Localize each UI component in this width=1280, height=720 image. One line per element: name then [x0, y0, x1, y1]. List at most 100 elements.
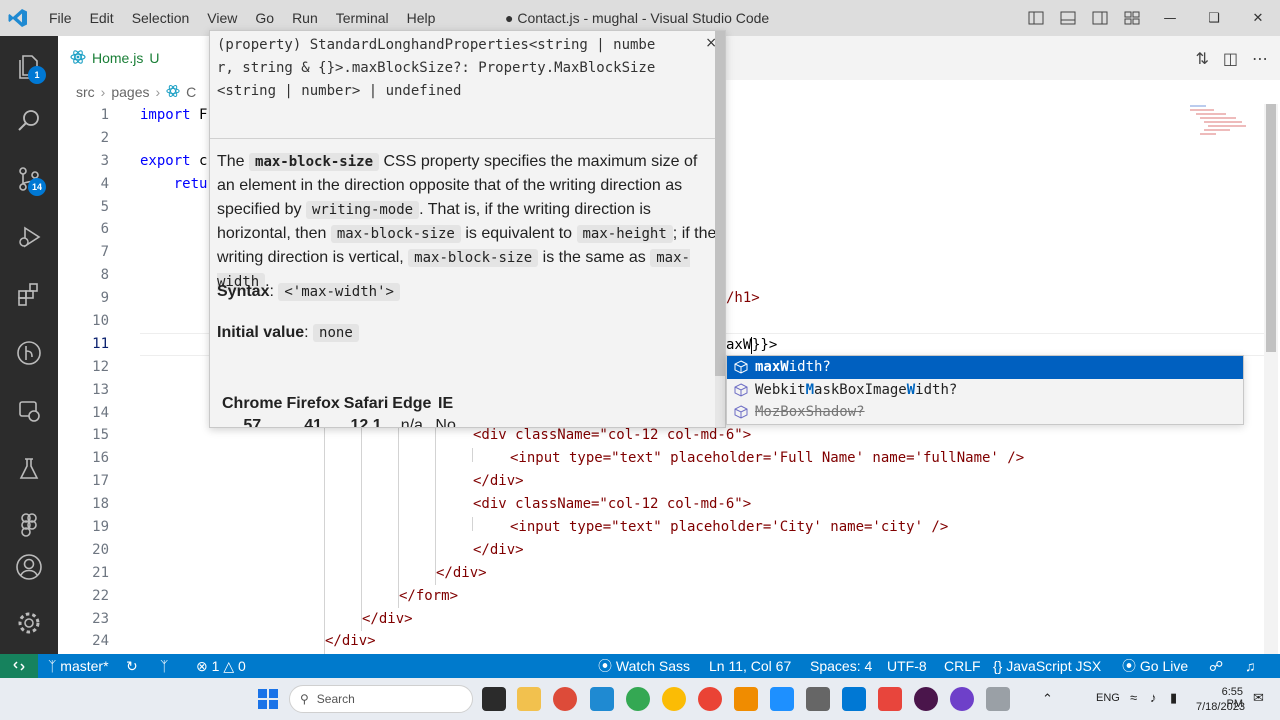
line-number-active: 11 [92, 335, 109, 352]
toggle-panel-icon[interactable] [1052, 0, 1084, 36]
extensions-icon[interactable] [0, 270, 58, 320]
sync-icon[interactable]: ↻ [126, 654, 138, 678]
source-control-icon[interactable]: 14 [0, 154, 58, 204]
more-actions-icon[interactable]: ⋯ [1252, 49, 1268, 68]
file-explorer-icon[interactable] [517, 687, 541, 711]
battery-icon[interactable]: ▮ [1170, 690, 1177, 706]
volume-icon[interactable]: ♪ [1150, 690, 1157, 705]
hover-scrollbar[interactable] [715, 31, 725, 427]
accounts-icon[interactable] [0, 542, 58, 592]
clock-date[interactable]: 7/18/2023 [1196, 701, 1245, 713]
open-changes-icon[interactable]: ⇅ [1195, 49, 1208, 68]
compat-value: 57 [243, 417, 262, 428]
minimap[interactable] [1186, 104, 1264, 174]
remote-desktop-icon[interactable] [842, 687, 866, 711]
chrome-icon[interactable] [626, 687, 650, 711]
input-language[interactable]: ENG [1096, 692, 1120, 704]
menu-edit[interactable]: Edit [81, 0, 123, 36]
line-number: 1 [100, 107, 109, 123]
branch-name: master* [60, 658, 109, 674]
chevron-right-icon: › [100, 84, 106, 100]
git-graph-status-icon[interactable]: ᛉ [160, 654, 168, 678]
github-desktop-icon[interactable] [950, 687, 974, 711]
line-number: 22 [92, 587, 109, 604]
calculator-icon[interactable] [806, 687, 830, 711]
language-label: JavaScript JSX [1006, 658, 1102, 674]
hover-syntax: Syntax: <'max-width'> [217, 283, 400, 301]
breadcrumb-file[interactable]: C [186, 84, 196, 100]
hover-scrollbar-thumb[interactable] [715, 31, 725, 376]
indentation-status[interactable]: Spaces: 4 [810, 654, 872, 678]
remote-explorer-icon[interactable] [0, 386, 58, 436]
testing-icon[interactable] [0, 444, 58, 494]
eol-status[interactable]: CRLF [944, 654, 981, 678]
notepad-icon[interactable] [770, 687, 794, 711]
encoding-status[interactable]: UTF-8 [887, 654, 927, 678]
watch-sass-button[interactable]: ⦿ Watch Sass [598, 654, 690, 678]
editor-scrollbar[interactable] [1264, 104, 1278, 654]
status-bar: ᛉ master* ↻ ᛉ ⊗ 1 △ 0 ⦿ Watch Sass Ln 11… [0, 654, 1280, 678]
suggestion-item[interactable]: WebkitMaskBoxImageWidth? [727, 379, 1243, 402]
explorer-icon[interactable]: 1 [0, 42, 58, 92]
search-icon[interactable] [0, 96, 58, 146]
terminal-app-icon[interactable] [482, 687, 506, 711]
app-icon[interactable] [986, 687, 1010, 711]
line-number: 12 [92, 358, 109, 375]
suggestion-item-selected[interactable]: maxWidth? [727, 356, 1243, 379]
hover-signature-line: r, string & {}>.maxBlockSize?: Property.… [217, 60, 656, 76]
compat-header: Chrome [222, 395, 283, 412]
customize-layout-icon[interactable] [1116, 0, 1148, 36]
menu-file[interactable]: File [40, 0, 81, 36]
video-app-icon[interactable] [878, 687, 902, 711]
taskbar-search[interactable]: ⚲ Search [289, 685, 473, 713]
hover-signature-line: (property) StandardLonghandProperties<st… [217, 37, 656, 53]
hover-documentation: (property) StandardLonghandProperties<st… [209, 30, 726, 428]
suggestion-item-deprecated[interactable]: MozBoxShadow? [727, 401, 1243, 424]
hover-divider [210, 138, 720, 139]
tray-chevron-icon[interactable]: ⌃ [1042, 691, 1053, 707]
scrollbar-thumb[interactable] [1266, 104, 1276, 352]
compat-value: 41 [304, 417, 323, 428]
compat-value: No [435, 417, 456, 428]
menu-selection[interactable]: Selection [123, 0, 199, 36]
vlc-icon[interactable] [734, 687, 758, 711]
feedback-icon[interactable]: ☍ [1209, 654, 1223, 678]
toggle-secondary-sidebar-icon[interactable] [1084, 0, 1116, 36]
wifi-icon[interactable]: ≈ [1130, 690, 1137, 705]
settings-gear-icon[interactable] [0, 598, 58, 648]
chevron-right-icon: › [155, 84, 161, 100]
go-live-button[interactable]: ⦿ Go Live [1122, 654, 1188, 678]
braces-icon: {} [993, 658, 1003, 674]
chrome-icon[interactable] [698, 687, 722, 711]
slack-icon[interactable] [914, 687, 938, 711]
cursor-position[interactable]: Ln 11, Col 67 [709, 654, 791, 678]
git-graph-icon[interactable] [0, 328, 58, 378]
language-mode[interactable]: {} JavaScript JSX [993, 654, 1101, 678]
line-number: 19 [92, 519, 109, 536]
broadcast-icon: ⦿ [598, 658, 612, 674]
close-icon[interactable]: ✕ [1236, 0, 1280, 36]
windows-taskbar: ⚲ Search ⌃ ENG ≈ ♪ ▮ 6:55 PM 7/18/2023 ✉ [0, 678, 1280, 720]
windows-start-icon[interactable] [256, 687, 280, 711]
notifications-bell-icon[interactable]: ♫ [1245, 654, 1256, 678]
run-debug-icon[interactable] [0, 212, 58, 262]
explorer-badge: 1 [28, 66, 46, 84]
remote-indicator-icon[interactable] [0, 654, 38, 678]
line-number: 7 [100, 244, 109, 261]
chrome-icon[interactable] [662, 687, 686, 711]
problems-status[interactable]: ⊗ 1 △ 0 [196, 654, 246, 678]
branch-status[interactable]: ᛉ master* [48, 654, 109, 678]
compat-header: Edge [392, 395, 432, 412]
line-number: 18 [92, 496, 109, 513]
breadcrumb-src[interactable]: src [76, 84, 95, 100]
breadcrumb-pages[interactable]: pages [111, 84, 149, 100]
tab-home-js[interactable]: Home.js U [58, 36, 210, 80]
notification-center-icon[interactable]: ✉ [1253, 690, 1264, 706]
vscode-taskbar-icon[interactable] [590, 687, 614, 711]
toggle-sidebar-icon[interactable] [1020, 0, 1052, 36]
chrome-icon[interactable] [553, 687, 577, 711]
split-editor-icon[interactable]: ◫ [1223, 49, 1238, 68]
restore-icon[interactable]: ❑ [1192, 0, 1236, 36]
line-number: 3 [100, 152, 109, 169]
minimize-icon[interactable]: — [1148, 0, 1192, 36]
